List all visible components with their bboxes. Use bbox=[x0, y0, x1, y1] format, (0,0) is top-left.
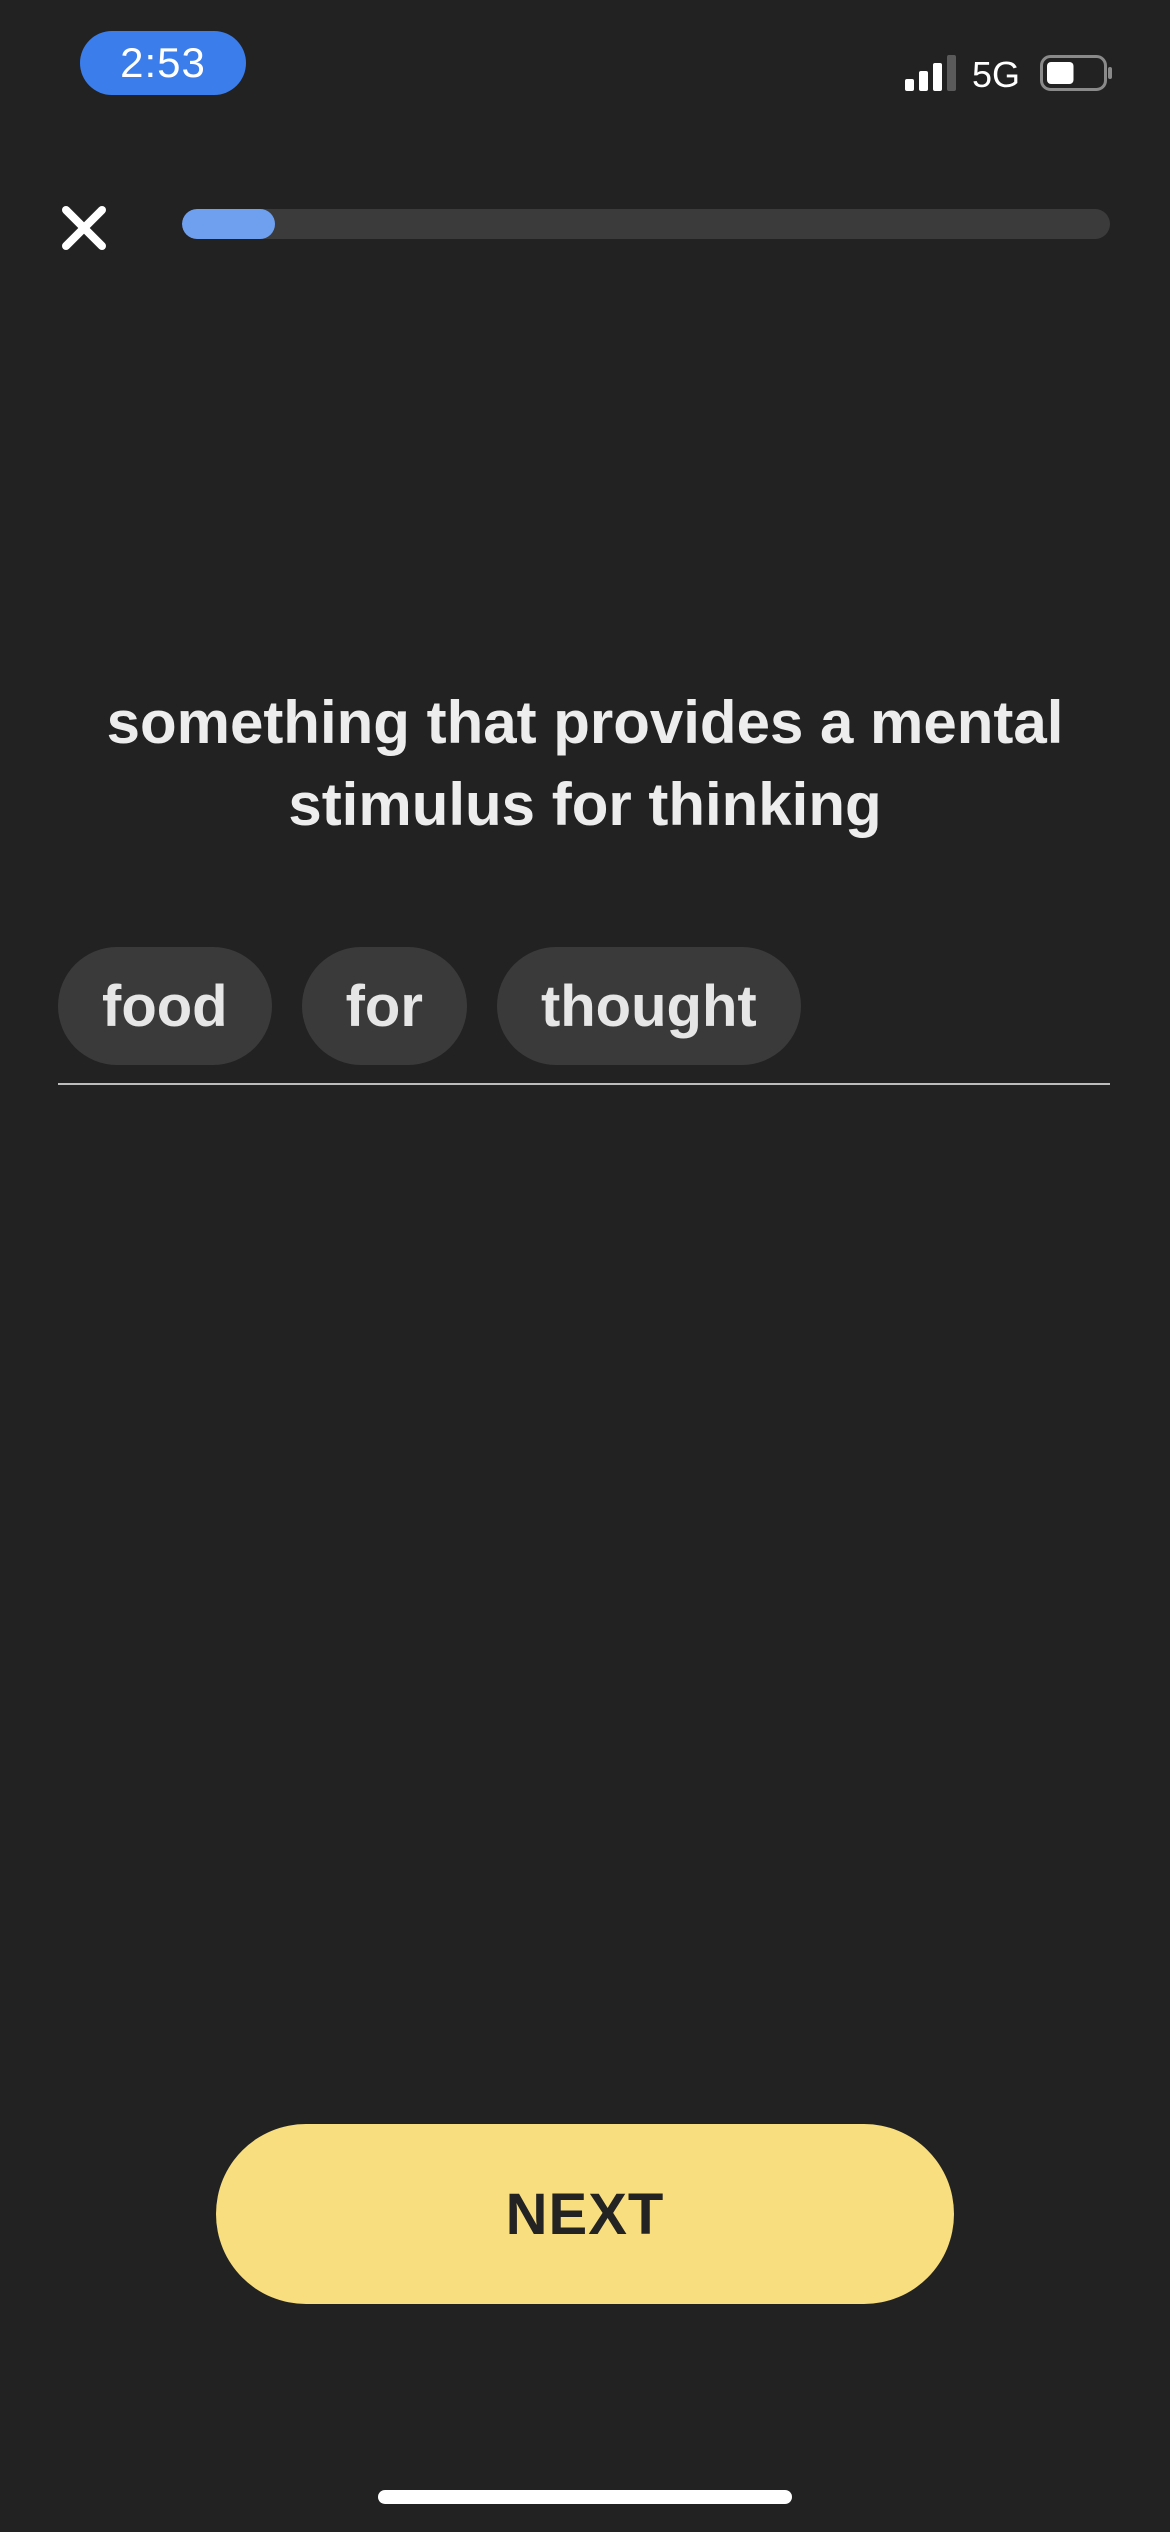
status-time-label: 2:53 bbox=[120, 39, 206, 86]
progress-bar bbox=[182, 209, 1110, 239]
status-bar: 2:53 5G bbox=[0, 0, 1170, 140]
close-icon bbox=[62, 206, 106, 250]
battery-icon bbox=[1040, 55, 1112, 91]
answer-chip[interactable]: thought bbox=[496, 947, 801, 1065]
answer-chip[interactable]: food bbox=[58, 947, 272, 1065]
answer-area: food for thought bbox=[58, 947, 1110, 1085]
question-prompt: something that provides a mental stimulu… bbox=[106, 689, 1064, 838]
next-button-label: NEXT bbox=[505, 2181, 665, 2247]
home-indicator[interactable] bbox=[378, 2490, 792, 2504]
close-button[interactable] bbox=[52, 196, 116, 260]
network-type-label: 5G bbox=[972, 54, 1021, 95]
cellular-signal-icon bbox=[905, 55, 956, 91]
progress-bar-fill bbox=[182, 209, 275, 239]
next-button[interactable]: NEXT bbox=[216, 2124, 954, 2304]
status-time: 2:53 bbox=[80, 31, 246, 95]
answer-chip[interactable]: for bbox=[301, 947, 467, 1065]
